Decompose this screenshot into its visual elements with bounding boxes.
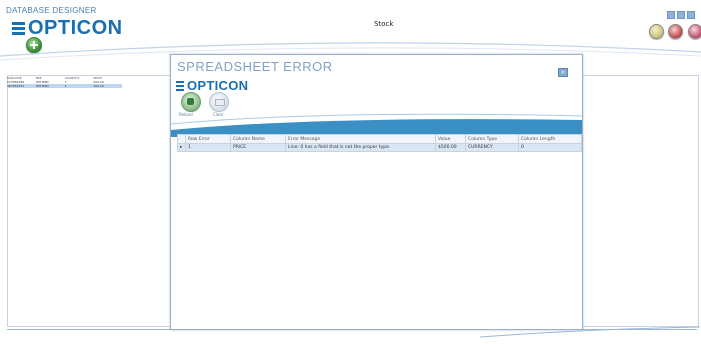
exit-button[interactable] — [688, 24, 701, 39]
reload-button[interactable] — [181, 92, 201, 112]
reload-label: Reload — [179, 112, 193, 117]
column-header[interactable]: Value — [435, 134, 466, 144]
table-cell: 0 — [518, 143, 582, 152]
table-row[interactable]: 987654321 OPTIDB2 3 100.00 — [7, 84, 122, 88]
error-table: Row Error Column Name Error Message Valu… — [177, 134, 582, 152]
logo-text: OPTICON — [28, 17, 123, 39]
close-button[interactable] — [668, 24, 683, 39]
clear-label: Clear — [213, 112, 224, 117]
menu-bars-icon — [176, 79, 184, 93]
minimize-icon[interactable] — [667, 11, 675, 19]
table-header: Row Error Column Name Error Message Valu… — [177, 134, 582, 144]
search-button[interactable] — [649, 24, 664, 39]
column-header[interactable]: Row Error — [185, 134, 231, 144]
table-cell: PRICE — [230, 143, 286, 152]
column-header[interactable]: Column Length — [518, 134, 582, 144]
page-title: Stock — [374, 20, 394, 28]
dialog-header: SPREADSHEET ERROR × OPTICON Reload Clear — [171, 55, 582, 137]
row-indicator-icon: ▸ — [177, 143, 186, 152]
clear-button[interactable] — [209, 92, 229, 112]
opticon-logo: OPTICON — [176, 78, 248, 93]
stock-table: BARCODE PRE QUANTITY PRICE 123456789 OPT… — [7, 76, 122, 88]
window-controls — [667, 11, 695, 19]
logo-text: OPTICON — [187, 78, 249, 93]
column-header[interactable]: Column Type — [465, 134, 519, 144]
opticon-logo: OPTICON — [12, 17, 123, 40]
spreadsheet-error-dialog: SPREADSHEET ERROR × OPTICON Reload Clear — [170, 54, 583, 330]
menu-bars-icon — [12, 20, 25, 37]
dialog-title: SPREADSHEET ERROR — [177, 59, 333, 74]
table-cell: 1 — [185, 143, 231, 152]
table-row[interactable]: ▸ 1 PRICE Line: 0 has a field that is no… — [177, 143, 582, 152]
table-cell: $500.00 — [435, 143, 466, 152]
close-icon[interactable]: × — [558, 68, 568, 77]
close-icon[interactable] — [687, 11, 695, 19]
table-cell: CURRENCY — [465, 143, 519, 152]
app-title: DATABASE DESIGNER — [6, 6, 97, 15]
main-window: DATABASE DESIGNER OPTICON Stock BARCODE … — [0, 0, 701, 346]
column-header[interactable]: Column Name — [230, 134, 286, 144]
column-header[interactable]: Error Message — [285, 134, 436, 144]
maximize-icon[interactable] — [677, 11, 685, 19]
table-cell: Line: 0 has a field that is not the prop… — [285, 143, 436, 152]
